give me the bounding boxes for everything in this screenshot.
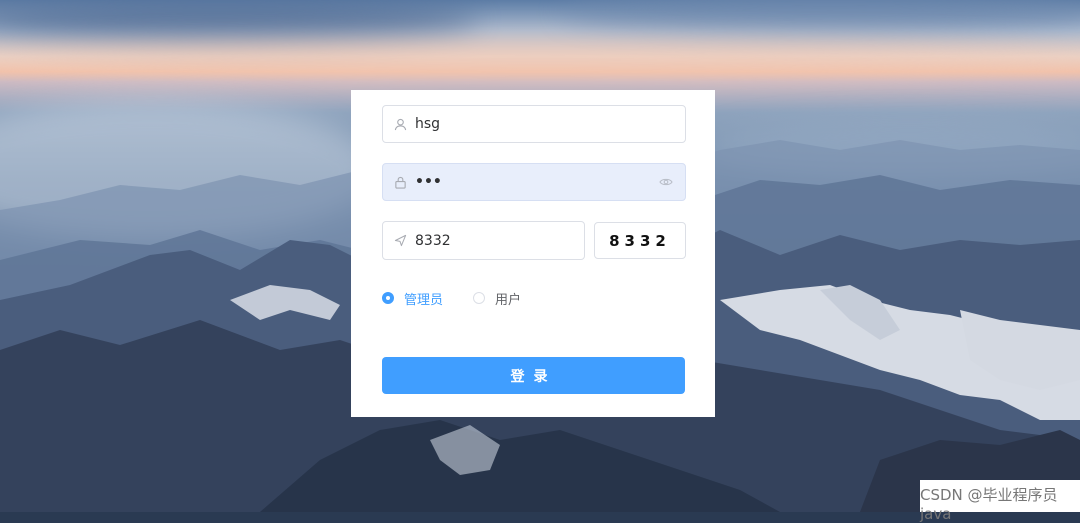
role-label-user: 用户 (495, 292, 522, 308)
username-field[interactable]: hsg (382, 105, 686, 143)
username-value: hsg (415, 116, 441, 132)
radio-checked-icon (382, 292, 394, 304)
watermark-text: CSDN @毕业程序员java (920, 486, 1058, 523)
password-field[interactable]: ••• (382, 163, 686, 201)
watermark: CSDN @毕业程序员java (920, 480, 1080, 523)
password-value: ••• (415, 174, 442, 190)
code-value: 8332 (415, 232, 451, 249)
role-radio-admin[interactable]: 管理员 (382, 289, 443, 308)
lock-icon (393, 175, 407, 189)
role-radio-user[interactable]: 用户 (473, 289, 521, 308)
code-input[interactable]: 8332 (382, 221, 585, 260)
send-icon (393, 234, 407, 248)
eye-icon[interactable] (659, 175, 675, 189)
role-radio-group: 管理员 用户 (382, 289, 551, 308)
role-label-admin: 管理员 (404, 292, 444, 308)
login-card: hsg ••• 8332 8332 管理员 用户 登录 (351, 90, 715, 417)
captcha-text: 8332 (609, 231, 671, 250)
radio-unchecked-icon (473, 292, 486, 304)
user-icon (393, 117, 407, 131)
captcha-image[interactable]: 8332 (594, 222, 686, 259)
login-button[interactable]: 登录 (382, 357, 685, 394)
